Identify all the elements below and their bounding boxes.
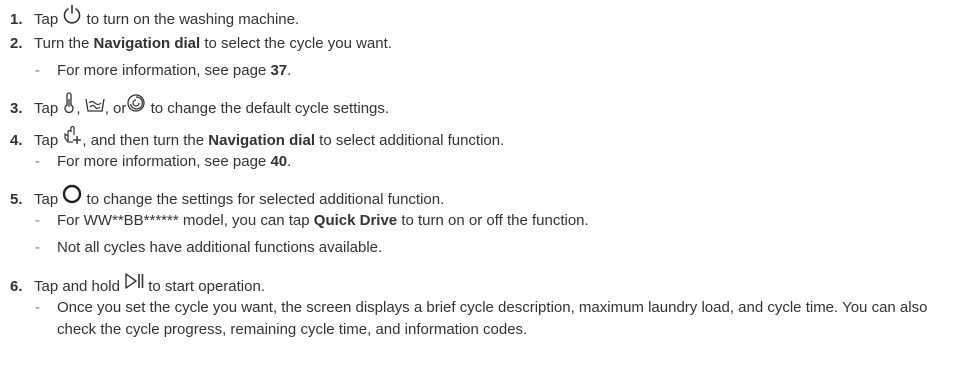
spin-icon: [126, 93, 146, 117]
dash-bullet: -: [35, 212, 40, 229]
step-2-note: - For more information, see page 37 .: [35, 62, 291, 79]
step-text: to select the cycle you want.: [204, 35, 392, 52]
step-number: 2.: [10, 35, 23, 52]
note-text: Once you set the cycle you want, the scr…: [57, 299, 928, 338]
start-pause-icon: [124, 271, 144, 295]
navigation-dial-label: Navigation dial: [93, 35, 201, 52]
step-number: 6.: [10, 278, 23, 295]
step-text: Tap: [34, 11, 59, 28]
step-2: 2. Turn the Navigation dial to select th…: [10, 35, 392, 52]
step-6: 6. Tap and hold to start operation.: [10, 271, 265, 295]
note-text: For WW**BB****** model, you can tap: [57, 212, 310, 229]
step-text: Tap: [34, 191, 59, 208]
note-text: Not all cycles have additional functions…: [57, 239, 383, 256]
step-number: 3.: [10, 100, 23, 117]
separator: ,: [76, 100, 81, 117]
step-text: Turn the: [34, 35, 90, 52]
page-reference: 37: [270, 62, 288, 79]
step-3: 3. Tap , , or to change the default cycl…: [10, 92, 390, 117]
step-text: Tap: [34, 132, 59, 149]
step-5: 5. Tap to change the settings for select…: [10, 184, 444, 208]
navigation-dial-label: Navigation dial: [208, 132, 315, 149]
step-5-note-2: - Not all cycles have additional functio…: [35, 239, 382, 256]
dash-bullet: -: [35, 62, 40, 79]
step-4-note: - For more information, see page 40 .: [35, 153, 291, 170]
separator: , or: [104, 100, 127, 117]
quick-drive-label: Quick Drive: [313, 212, 398, 229]
additional-function-icon: [62, 125, 82, 149]
step-text: to select additional function.: [319, 132, 505, 149]
step-text: to turn on the washing machine.: [86, 11, 300, 28]
note-end: .: [287, 153, 292, 170]
note-end: to turn on or off the function.: [401, 212, 589, 229]
note-text: For more information, see page: [57, 62, 267, 79]
power-icon: [62, 4, 82, 28]
step-number: 1.: [10, 11, 23, 28]
step-6-note: - Once you set the cycle you want, the s…: [35, 297, 935, 341]
rinse-icon: [85, 95, 105, 117]
step-text: , and then turn the: [82, 132, 205, 149]
page-reference: 40: [270, 153, 288, 170]
step-text: Tap: [34, 100, 59, 117]
step-number: 4.: [10, 132, 23, 149]
note-text: For more information, see page: [57, 153, 267, 170]
dash-bullet: -: [35, 299, 40, 316]
step-1: 1. Tap to turn on the washing machine.: [10, 4, 299, 28]
step-4: 4. Tap , and then turn the Navigation di…: [10, 125, 504, 149]
step-text: to start operation.: [148, 278, 265, 295]
temperature-icon: [62, 92, 76, 117]
circle-select-icon: [62, 184, 82, 208]
dash-bullet: -: [35, 239, 40, 256]
step-text: Tap and hold: [34, 278, 120, 295]
step-5-note-1: - For WW**BB****** model, you can tap Qu…: [35, 212, 589, 229]
step-text: to change the default cycle settings.: [150, 100, 390, 117]
step-text: to change the settings for selected addi…: [86, 191, 445, 208]
step-number: 5.: [10, 191, 23, 208]
note-end: .: [287, 62, 292, 79]
instruction-list: 1. Tap to turn on the washing machine. 2…: [0, 0, 953, 392]
dash-bullet: -: [35, 153, 40, 170]
